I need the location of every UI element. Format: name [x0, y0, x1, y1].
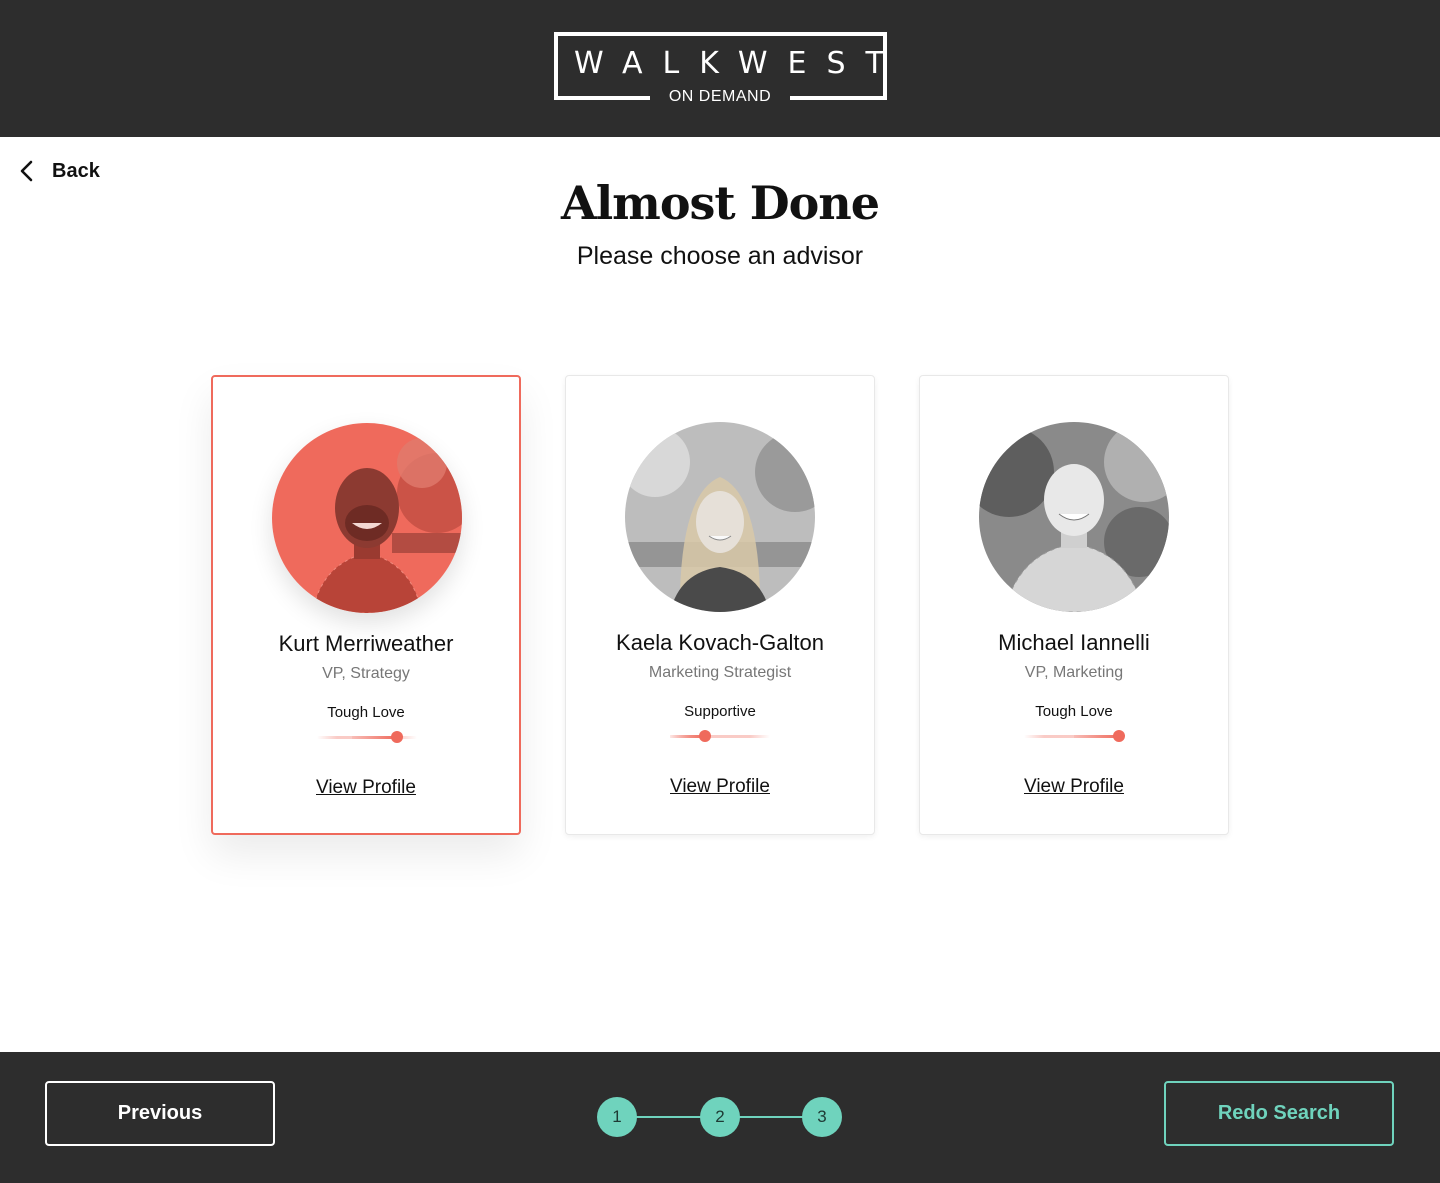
advisor-photo-kaela: [625, 422, 815, 612]
advisor-tone-label: Tough Love: [327, 704, 405, 721]
footer-bar: Previous 1 2 3 Redo Search: [0, 1052, 1440, 1183]
tone-slider-knob: [699, 730, 711, 742]
advisor-photo: [625, 422, 815, 612]
step-1[interactable]: 1: [597, 1097, 637, 1137]
advisor-card-michael[interactable]: Michael Iannelli VP, Marketing Tough Lov…: [919, 375, 1229, 835]
advisor-card-kurt[interactable]: Kurt Merriweather VP, Strategy Tough Lov…: [211, 375, 521, 835]
advisor-photo: [979, 422, 1169, 612]
advisor-photo-kurt: [272, 423, 462, 613]
tone-slider: [317, 730, 417, 744]
advisor-tone-label: Tough Love: [1035, 703, 1113, 720]
page-subtitle: Please choose an advisor: [576, 242, 864, 270]
view-profile-link[interactable]: View Profile: [566, 776, 874, 798]
tone-slider-knob: [391, 731, 403, 743]
page-title: Almost Done: [561, 176, 880, 230]
advisor-name: Michael Iannelli: [998, 630, 1150, 655]
advisor-role: VP, Strategy: [322, 665, 410, 682]
advisor-card-kaela[interactable]: Kaela Kovach-Galton Marketing Strategist…: [565, 375, 875, 835]
step-2[interactable]: 2: [700, 1097, 740, 1137]
redo-search-button[interactable]: Redo Search: [1164, 1081, 1394, 1146]
step-3[interactable]: 3: [802, 1097, 842, 1137]
app-header: WALKWEST ON DEMAND: [0, 0, 1440, 137]
advisor-name: Kurt Merriweather: [278, 631, 454, 656]
advisor-photo: [272, 423, 462, 613]
tone-slider-knob: [1113, 730, 1125, 742]
advisor-role: VP, Marketing: [1024, 664, 1124, 681]
walkwest-logo[interactable]: WALKWEST ON DEMAND: [554, 32, 904, 105]
logo-subtitle: ON DEMAND: [668, 88, 772, 105]
advisor-photo-michael: [979, 422, 1169, 612]
view-profile-link[interactable]: View Profile: [920, 776, 1228, 798]
view-profile-link[interactable]: View Profile: [213, 777, 519, 799]
logo-frame-bottom-left: [554, 96, 650, 100]
previous-button[interactable]: Previous: [45, 1081, 275, 1146]
advisor-role: Marketing Strategist: [648, 664, 792, 681]
logo-frame-bottom-right: [790, 96, 887, 100]
tone-slider: [670, 729, 770, 743]
tone-slider: [1024, 729, 1125, 743]
advisor-name: Kaela Kovach-Galton: [616, 630, 824, 655]
advisor-tone-label: Supportive: [684, 703, 756, 720]
step-indicator: 1 2 3: [597, 1097, 843, 1137]
logo-wordmark: WALKWEST: [574, 46, 904, 81]
